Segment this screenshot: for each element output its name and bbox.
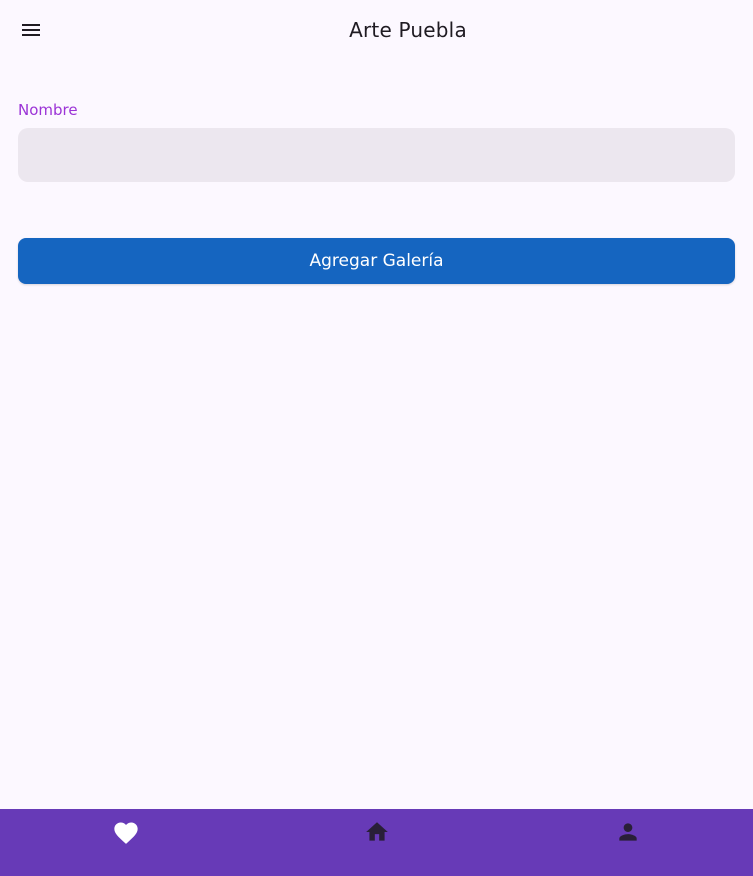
- name-field[interactable]: [18, 128, 735, 182]
- home-icon: [364, 819, 390, 845]
- heart-icon: [112, 819, 140, 847]
- nav-item-profile[interactable]: [502, 809, 753, 876]
- name-input[interactable]: [18, 128, 735, 182]
- person-icon: [615, 819, 641, 845]
- add-gallery-button-label: Agregar Galería: [309, 251, 444, 271]
- top-app-bar: Arte Puebla: [0, 0, 753, 62]
- nav-item-home[interactable]: [251, 809, 502, 876]
- app-screen: Arte Puebla Nombre Agregar Galería: [0, 0, 753, 876]
- add-gallery-button[interactable]: Agregar Galería: [18, 238, 735, 284]
- app-title: Arte Puebla: [349, 18, 467, 42]
- name-field-label: Nombre: [18, 101, 78, 119]
- nav-item-favorites[interactable]: [0, 809, 251, 876]
- bottom-navigation: [0, 809, 753, 876]
